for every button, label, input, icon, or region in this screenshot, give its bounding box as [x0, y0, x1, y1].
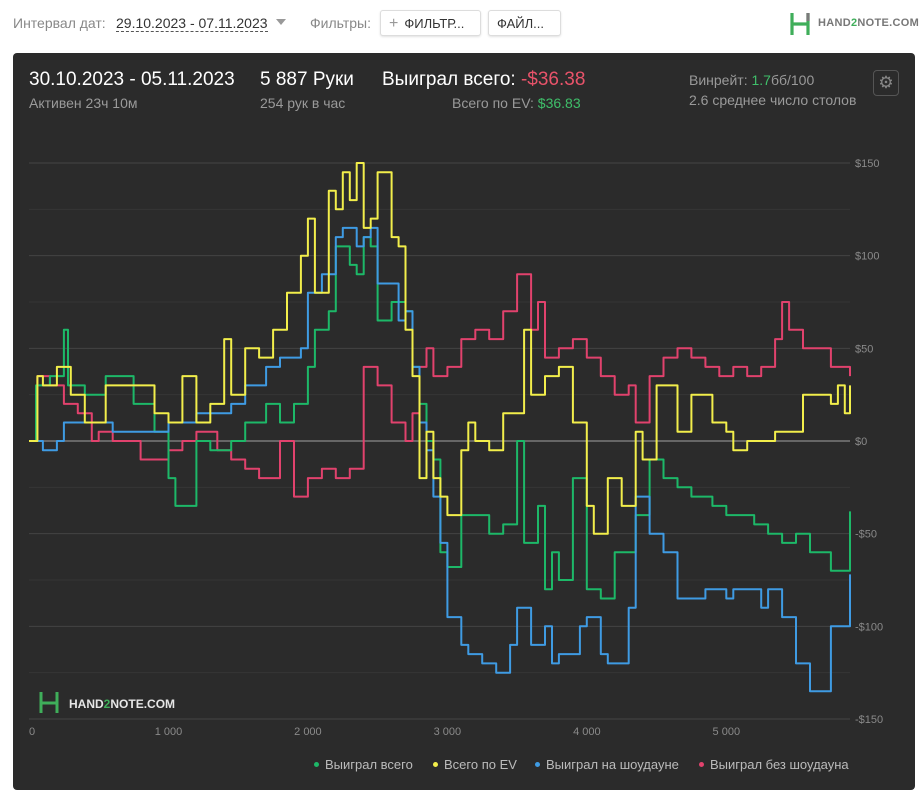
- legend-dot: [699, 762, 704, 768]
- legend-item-non-showdown[interactable]: Выиграл без шоудауна: [699, 757, 849, 772]
- y-tick-label: $50: [855, 343, 873, 355]
- legend-dot: [535, 762, 540, 768]
- x-tick-label: 4 000: [573, 726, 601, 738]
- y-tick-label: -$100: [855, 621, 883, 633]
- series-line-won: [29, 236, 851, 600]
- watermark-logo: HAND2NOTE.COM: [39, 692, 175, 713]
- watermark-text: HAND2NOTE.COM: [69, 697, 175, 711]
- y-tick-label: $0: [855, 436, 867, 448]
- winnings-chart: $150 $100 $50 $0 -$50 -$100 -$150 0 1 000 2 000 3 …: [29, 158, 883, 738]
- legend-item-won[interactable]: Выиграл всего: [314, 757, 413, 772]
- y-tick-label: $150: [855, 158, 879, 170]
- watermark-logo-icon: [39, 692, 59, 713]
- x-tick-label: 1 000: [155, 726, 183, 738]
- legend-dot: [314, 762, 319, 768]
- x-tick-label: 0: [29, 726, 35, 738]
- x-tick-label: 2 000: [294, 726, 322, 738]
- legend-item-ev[interactable]: Всего по EV: [433, 757, 517, 772]
- legend-dot: [433, 762, 438, 768]
- x-tick-label: 5 000: [713, 726, 741, 738]
- y-tick-label: $100: [855, 251, 879, 263]
- x-tick-label: 3 000: [434, 726, 462, 738]
- y-tick-label: -$150: [855, 714, 883, 726]
- legend-item-showdown[interactable]: Выиграл на шоудауне: [535, 757, 679, 772]
- y-tick-label: -$50: [855, 529, 877, 541]
